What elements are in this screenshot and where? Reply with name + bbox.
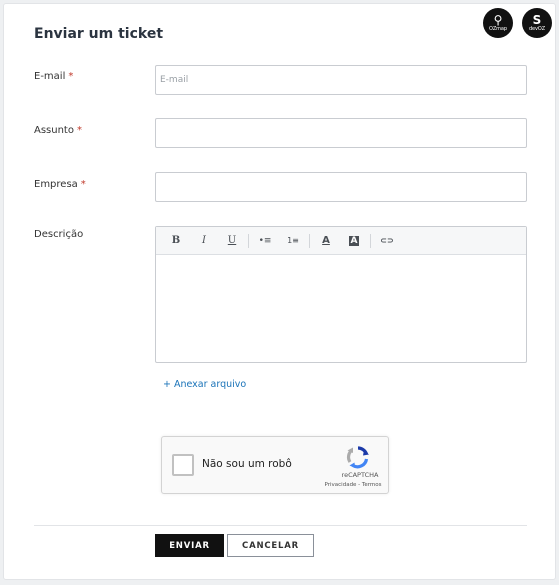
submit-button[interactable]: ENVIAR bbox=[155, 534, 224, 557]
text-color-icon[interactable]: A bbox=[312, 230, 340, 252]
subject-label: Assunto * bbox=[34, 125, 82, 136]
ozmap-logo[interactable]: ⚲ OZmap bbox=[483, 8, 513, 38]
email-label: E-mail * bbox=[34, 71, 73, 82]
recaptcha-widget: Não sou um robô reCAPTCHA Privacidade - … bbox=[161, 436, 389, 494]
bulleted-list-icon[interactable]: •≡ bbox=[251, 230, 279, 252]
recaptcha-links[interactable]: Privacidade - Termos bbox=[318, 482, 388, 488]
subject-field[interactable] bbox=[155, 118, 527, 148]
recaptcha-logo-icon bbox=[346, 446, 369, 469]
company-label-text: Empresa bbox=[34, 179, 78, 190]
required-marker: * bbox=[76, 125, 82, 136]
required-marker: * bbox=[68, 71, 74, 82]
devoz-logo-icon: S bbox=[532, 13, 542, 27]
toolbar-divider bbox=[370, 233, 371, 248]
toolbar-divider bbox=[309, 233, 310, 248]
background-color-icon[interactable]: A bbox=[340, 230, 368, 252]
company-field[interactable] bbox=[155, 172, 527, 202]
ticket-form-card: Enviar um ticket ⚲ OZmap S devOZ E-mail *… bbox=[3, 3, 556, 580]
toolbar-divider bbox=[248, 233, 249, 248]
description-textarea[interactable] bbox=[156, 255, 526, 362]
editor-toolbar: B I U •≡ 1≡ A A ⊂⊃ bbox=[156, 227, 526, 255]
devoz-logo[interactable]: S devOZ bbox=[522, 8, 552, 38]
ozmap-logo-text: OZmap bbox=[489, 26, 507, 32]
company-label: Empresa * bbox=[34, 179, 86, 190]
link-icon[interactable]: ⊂⊃ bbox=[373, 230, 401, 252]
email-label-text: E-mail bbox=[34, 71, 66, 82]
email-field[interactable] bbox=[155, 65, 527, 95]
required-marker: * bbox=[80, 179, 86, 190]
underline-icon[interactable]: U bbox=[218, 230, 246, 252]
cancel-button[interactable]: CANCELAR bbox=[227, 534, 314, 557]
description-editor: B I U •≡ 1≡ A A ⊂⊃ bbox=[155, 226, 527, 363]
background-color-glyph: A bbox=[348, 235, 360, 246]
recaptcha-brand: reCAPTCHA bbox=[341, 471, 379, 479]
devoz-logo-text: devOZ bbox=[528, 26, 546, 32]
recaptcha-checkbox[interactable] bbox=[172, 454, 194, 476]
bold-icon[interactable]: B bbox=[162, 230, 190, 252]
description-label: Descrição bbox=[34, 229, 84, 240]
italic-icon[interactable]: I bbox=[190, 230, 218, 252]
recaptcha-label: Não sou um robô bbox=[202, 458, 292, 470]
map-pin-icon: ⚲ bbox=[493, 13, 503, 27]
attach-file-link[interactable]: + Anexar arquivo bbox=[163, 379, 246, 390]
form-divider bbox=[34, 525, 527, 526]
subject-label-text: Assunto bbox=[34, 125, 74, 136]
numbered-list-icon[interactable]: 1≡ bbox=[279, 230, 307, 252]
page-title: Enviar um ticket bbox=[34, 26, 164, 42]
